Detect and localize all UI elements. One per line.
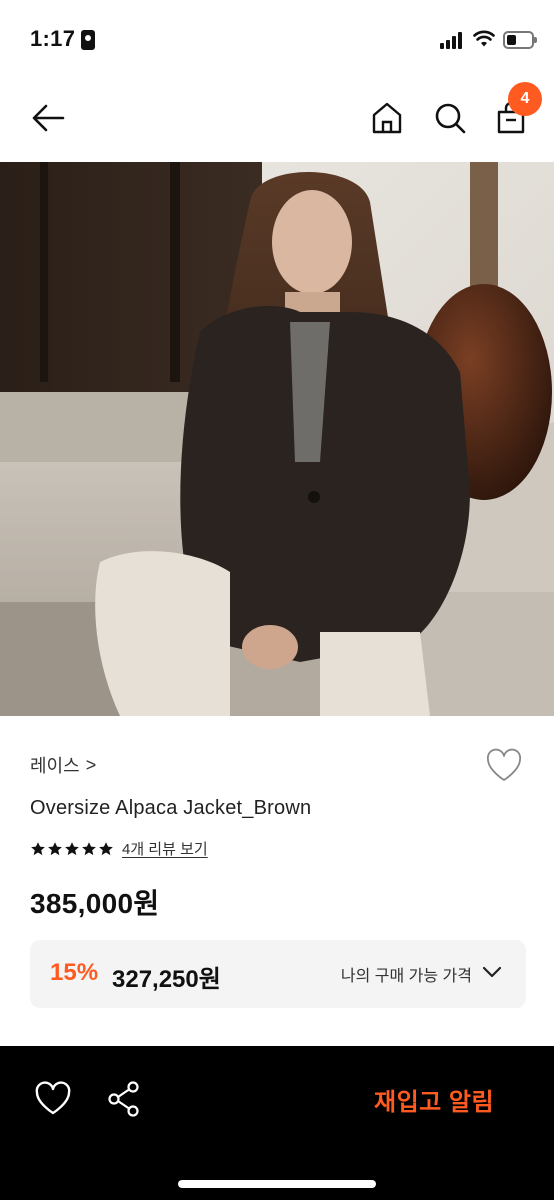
star-icon [31, 841, 45, 855]
home-icon[interactable] [370, 100, 404, 136]
battery-icon [503, 31, 537, 49]
product-name: Oversize Alpaca Jacket_Brown [30, 797, 312, 819]
sale-price: 327,250원 [112, 966, 221, 993]
back-arrow-icon[interactable] [28, 98, 68, 138]
status-bar: 1:17 [0, 0, 554, 78]
brand-link[interactable]: 레이스 > [30, 752, 96, 778]
review-link[interactable]: 4개 리뷰 보기 [122, 838, 208, 859]
wifi-icon [473, 30, 495, 47]
share-icon[interactable] [106, 1080, 142, 1118]
status-time: 1:17 [30, 26, 76, 51]
star-icon [48, 841, 62, 855]
brand-chevron-icon: > [85, 754, 97, 775]
original-price: 385,000원 [30, 888, 160, 919]
product-detail-page: 1:17 4 레이스 > Oversize Alpaca Jacket_Brow… [0, 0, 554, 1200]
heart-icon[interactable] [34, 1080, 72, 1118]
bottom-action-bar: 재입고 알림 [0, 1046, 554, 1200]
rating-row: 4개 리뷰 보기 [30, 838, 208, 859]
my-price-label: 나의 구매 가능 가격 [340, 968, 472, 985]
star-icon [82, 841, 96, 855]
my-price-box[interactable]: 15% 327,250원 나의 구매 가능 가격 [30, 940, 526, 1008]
discount-rate: 15% [50, 959, 99, 986]
search-icon[interactable] [432, 100, 468, 136]
home-indicator[interactable] [178, 1180, 376, 1188]
star-icon [99, 841, 113, 855]
cart-count-badge: 4 [508, 82, 542, 116]
restock-alert-button[interactable]: 재입고 알림 [374, 1082, 494, 1117]
wishlist-heart-icon[interactable] [484, 746, 524, 786]
chevron-down-icon [482, 966, 502, 978]
id-card-icon [81, 30, 95, 50]
cellular-signal-icon [440, 32, 466, 49]
rating-stars [30, 841, 114, 857]
brand-name: 레이스 [30, 756, 80, 776]
product-photo[interactable] [0, 162, 554, 716]
star-icon [65, 841, 79, 855]
top-navigation: 4 [0, 78, 554, 162]
